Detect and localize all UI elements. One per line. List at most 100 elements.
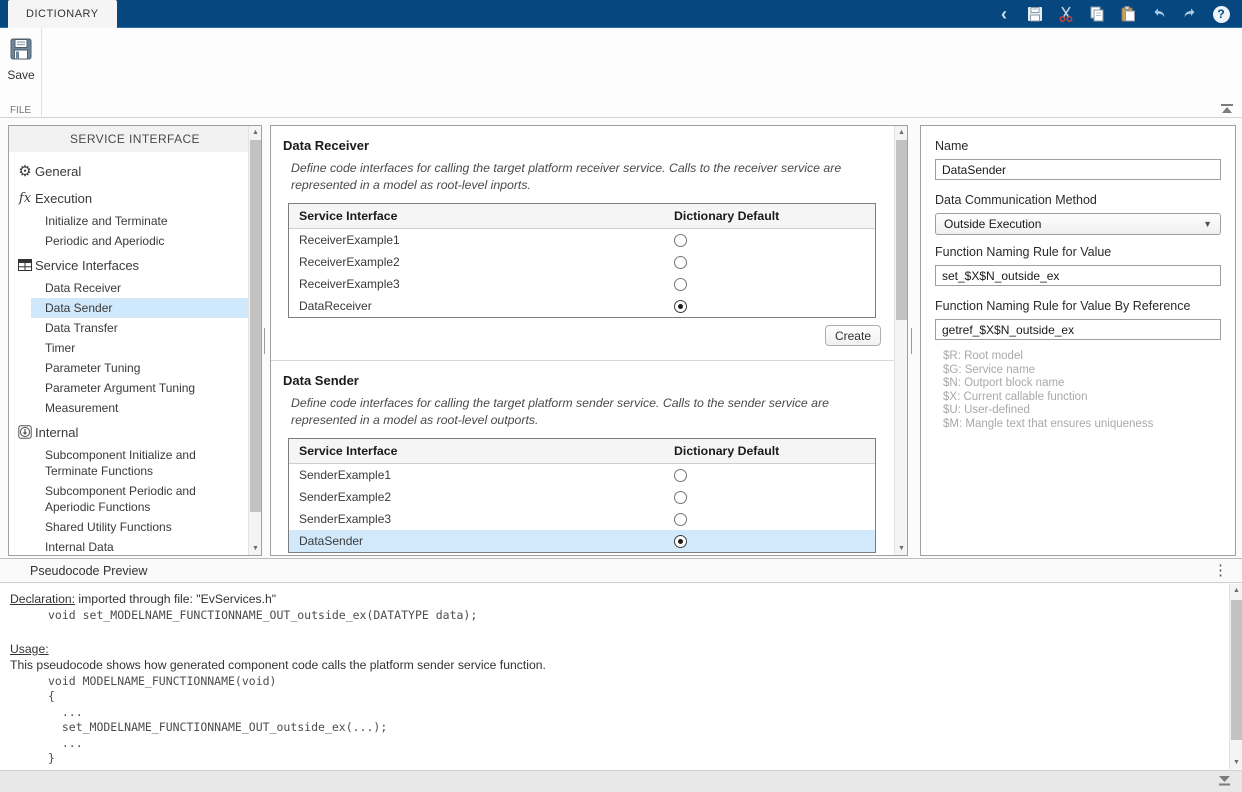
sidebar-item-periodic-and-aperiodic[interactable]: Periodic and Aperiodic (31, 231, 248, 251)
sidebar-item-shared-utility-functions[interactable]: Shared Utility Functions (31, 517, 248, 537)
paste-icon[interactable] (1117, 3, 1139, 25)
name-field[interactable] (935, 159, 1221, 180)
service-interfaces-main-panel: Data Receiver Define code interfaces for… (270, 125, 908, 556)
dictionary-default-radio[interactable] (674, 513, 687, 526)
table-row-senderexample3[interactable]: SenderExample3 (289, 508, 875, 530)
create-button[interactable]: Create (825, 325, 881, 346)
collapse-panel-icon[interactable] (1217, 775, 1232, 786)
declaration-label: Declaration: (10, 592, 75, 606)
rule-reference-field[interactable] (935, 319, 1221, 340)
cut-icon[interactable] (1055, 3, 1077, 25)
chevron-left-icon[interactable]: ‹ (993, 3, 1015, 25)
sidebar-item-measurement[interactable]: Measurement (31, 398, 248, 418)
sidebar-item-service-interfaces[interactable]: Service Interfaces (9, 252, 248, 278)
kebab-menu-icon[interactable]: ⋮ (1213, 563, 1228, 578)
preview-scroll-thumb[interactable] (1231, 600, 1242, 740)
sidebar-item-timer[interactable]: Timer (31, 338, 248, 358)
preview-scrollbar[interactable]: ▲ ▼ (1229, 584, 1242, 769)
rule-value-label: Function Naming Rule for Value (935, 245, 1221, 259)
left-splitter-handle[interactable] (264, 328, 265, 354)
service-interface-panel: SERVICE INTERFACE ⚙GeneralfxExecution Ini… (8, 125, 262, 556)
file-section-label: FILE (0, 105, 41, 116)
sidebar-item-label: Timer (45, 340, 75, 356)
sidebar-item-label: Initialize and Terminate (45, 213, 168, 229)
tree-scrollbar[interactable]: ▲ ▼ (248, 126, 261, 555)
section-description: Define code interfaces for calling the t… (291, 160, 870, 193)
sidebar-item-label: Internal (35, 425, 78, 440)
table-row-datareceiver[interactable]: DataReceiver (289, 295, 875, 317)
table-row-datasender[interactable]: DataSender (289, 530, 875, 552)
save-button[interactable]: Save (4, 36, 38, 94)
rule-reference-label: Function Naming Rule for Value By Refere… (935, 299, 1221, 313)
sidebar-item-internal[interactable]: Internal (9, 419, 248, 445)
table-row-receiverexample3[interactable]: ReceiverExample3 (289, 273, 875, 295)
sidebar-item-label: Data Transfer (45, 320, 118, 336)
declaration-code: void set_MODELNAME_FUNCTIONNAME_OUT_outs… (48, 608, 1229, 624)
service-interface-table: Service Interface Dictionary Default Sen… (288, 438, 876, 553)
dictionary-default-radio[interactable] (674, 535, 687, 548)
main-scroll-thumb[interactable] (896, 140, 907, 320)
sidebar-item-parameter-argument-tuning[interactable]: Parameter Argument Tuning (31, 378, 248, 398)
declaration-text: imported through file: "EvServices.h" (75, 592, 276, 606)
sidebar-item-parameter-tuning[interactable]: Parameter Tuning (31, 358, 248, 378)
service-interface-name: ReceiverExample1 (289, 233, 664, 247)
scroll-down-icon[interactable]: ▼ (895, 542, 908, 555)
data-communication-method-select[interactable]: Outside Execution ▼ (935, 213, 1221, 235)
sidebar-item-data-sender[interactable]: Data Sender (31, 298, 248, 318)
sidebar-item-data-transfer[interactable]: Data Transfer (31, 318, 248, 338)
tree-scroll-thumb[interactable] (250, 140, 261, 512)
sidebar-item-internal-data[interactable]: Internal Data (31, 537, 248, 555)
section-description: Define code interfaces for calling the t… (291, 395, 870, 428)
data-sender-section: Data Sender Define code interfaces for c… (271, 360, 894, 555)
toolstrip: Save FILE (0, 28, 1242, 118)
dictionary-default-radio[interactable] (674, 300, 687, 313)
naming-rule-hint: $X: Current callable function (943, 391, 1221, 405)
sidebar-item-label: Subcomponent Initialize and Terminate Fu… (45, 447, 244, 479)
section-title: Data Sender (283, 373, 878, 388)
dictionary-default-radio[interactable] (674, 491, 687, 504)
pseudocode-preview-body: Declaration: imported through file: "EvS… (0, 584, 1229, 769)
selected-method: Outside Execution (944, 217, 1041, 231)
sidebar-item-data-receiver[interactable]: Data Receiver (31, 278, 248, 298)
right-splitter-handle[interactable] (911, 328, 912, 354)
tree-panel-header: SERVICE INTERFACE (9, 126, 261, 152)
sidebar-item-initialize-and-terminate[interactable]: Initialize and Terminate (31, 211, 248, 231)
sidebar-item-general[interactable]: ⚙General (9, 158, 248, 184)
sidebar-item-label: Parameter Argument Tuning (45, 380, 195, 396)
scroll-up-icon[interactable]: ▲ (895, 126, 908, 139)
dictionary-default-radio[interactable] (674, 256, 687, 269)
usage-label-line: Usage: (10, 642, 1229, 656)
save-button-label: Save (7, 68, 34, 82)
file-section: Save FILE (0, 28, 42, 118)
scroll-down-icon[interactable]: ▼ (1230, 756, 1242, 769)
sidebar-item-subcomponent-initialize-and-terminate-functions[interactable]: Subcomponent Initialize and Terminate Fu… (31, 445, 248, 481)
usage-text: This pseudocode shows how generated comp… (10, 658, 1229, 672)
scroll-up-icon[interactable]: ▲ (1230, 584, 1242, 597)
save-icon[interactable] (1024, 3, 1046, 25)
table-row-senderexample2[interactable]: SenderExample2 (289, 486, 875, 508)
dictionary-default-radio[interactable] (674, 278, 687, 291)
collapse-toolstrip-icon[interactable] (1220, 104, 1234, 114)
sidebar-item-label: Measurement (45, 400, 118, 416)
gear-icon: ⚙ (17, 162, 33, 180)
tab-dictionary[interactable]: DICTIONARY (8, 0, 117, 28)
dictionary-default-cell (664, 513, 875, 526)
table-row-receiverexample2[interactable]: ReceiverExample2 (289, 251, 875, 273)
sidebar-item-execution[interactable]: fxExecution (9, 185, 248, 211)
rule-value-field[interactable] (935, 265, 1221, 286)
table-row-senderexample1[interactable]: SenderExample1 (289, 464, 875, 486)
dictionary-default-radio[interactable] (674, 234, 687, 247)
undo-icon[interactable] (1148, 3, 1170, 25)
pseudocode-preview-header: Pseudocode Preview ⋮ (0, 558, 1242, 583)
sidebar-item-subcomponent-periodic-and-aperiodic-functions[interactable]: Subcomponent Periodic and Aperiodic Func… (31, 481, 248, 517)
copy-icon[interactable] (1086, 3, 1108, 25)
grid-icon (17, 259, 33, 271)
help-icon[interactable]: ? (1210, 3, 1232, 25)
main-scrollbar[interactable]: ▲ ▼ (894, 126, 907, 555)
dictionary-default-radio[interactable] (674, 469, 687, 482)
scroll-down-icon[interactable]: ▼ (249, 542, 262, 555)
table-row-receiverexample1[interactable]: ReceiverExample1 (289, 229, 875, 251)
redo-icon[interactable] (1179, 3, 1201, 25)
sidebar-item-label: Internal Data (45, 539, 114, 555)
scroll-up-icon[interactable]: ▲ (249, 126, 262, 139)
